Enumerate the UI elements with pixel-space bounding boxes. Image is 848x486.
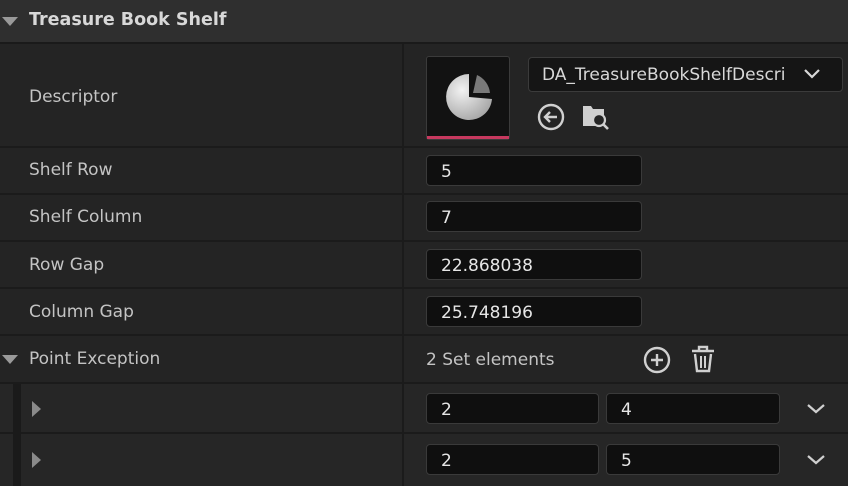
column-gap-input[interactable]: 25.748196 (426, 296, 642, 327)
indent-guide (13, 434, 21, 486)
row-gap-row: Row Gap 22.868038 (0, 242, 848, 289)
row-gap-label: Row Gap (29, 255, 105, 275)
expand-element-icon[interactable] (32, 452, 41, 468)
element-y-input[interactable]: 5 (606, 444, 780, 475)
indent-guide (13, 384, 21, 434)
column-gap-row: Column Gap 25.748196 (0, 289, 848, 336)
shelf-row-label: Shelf Row (29, 160, 113, 180)
section-title: Treasure Book Shelf (29, 10, 227, 30)
shelf-row-row: Shelf Row 5 (0, 148, 848, 195)
section-header[interactable]: Treasure Book Shelf (0, 0, 848, 44)
shelf-column-row: Shelf Column 7 (0, 195, 848, 242)
plus-circle-icon[interactable] (642, 345, 672, 375)
set-count-text: 2 Set elements (426, 350, 555, 370)
folder-search-icon[interactable] (580, 101, 612, 131)
shelf-column-label: Shelf Column (29, 207, 143, 227)
descriptor-label: Descriptor (29, 87, 118, 107)
set-element-row: 2 5 (0, 434, 848, 486)
point-exception-row: Point Exception (0, 336, 848, 384)
chevron-down-icon[interactable] (807, 404, 825, 414)
expand-arrow-icon[interactable] (2, 355, 18, 364)
set-element-row: 2 4 (0, 384, 848, 434)
row-gap-input[interactable]: 22.868038 (426, 249, 642, 280)
column-gap-label: Column Gap (29, 302, 134, 322)
asset-picker-dropdown[interactable]: DA_TreasureBookShelfDescri (528, 57, 843, 92)
column-divider[interactable] (402, 44, 404, 486)
shelf-column-input[interactable]: 7 (426, 201, 642, 232)
arrow-left-circle-icon[interactable] (536, 102, 566, 132)
element-y-input[interactable]: 4 (606, 393, 780, 424)
expand-element-icon[interactable] (32, 401, 41, 417)
point-exception-label: Point Exception (29, 349, 161, 369)
chevron-down-icon[interactable] (804, 69, 820, 79)
element-x-input[interactable]: 2 (426, 393, 599, 424)
asset-type-color-bar (427, 136, 509, 139)
pie-chart-icon (446, 74, 492, 120)
asset-thumbnail[interactable] (426, 56, 510, 140)
chevron-down-icon[interactable] (807, 455, 825, 465)
element-x-input[interactable]: 2 (426, 444, 599, 475)
shelf-row-input[interactable]: 5 (426, 155, 642, 186)
trash-icon[interactable] (689, 344, 717, 374)
asset-name: DA_TreasureBookShelfDescri (542, 65, 786, 85)
collapse-arrow-icon[interactable] (2, 17, 18, 26)
